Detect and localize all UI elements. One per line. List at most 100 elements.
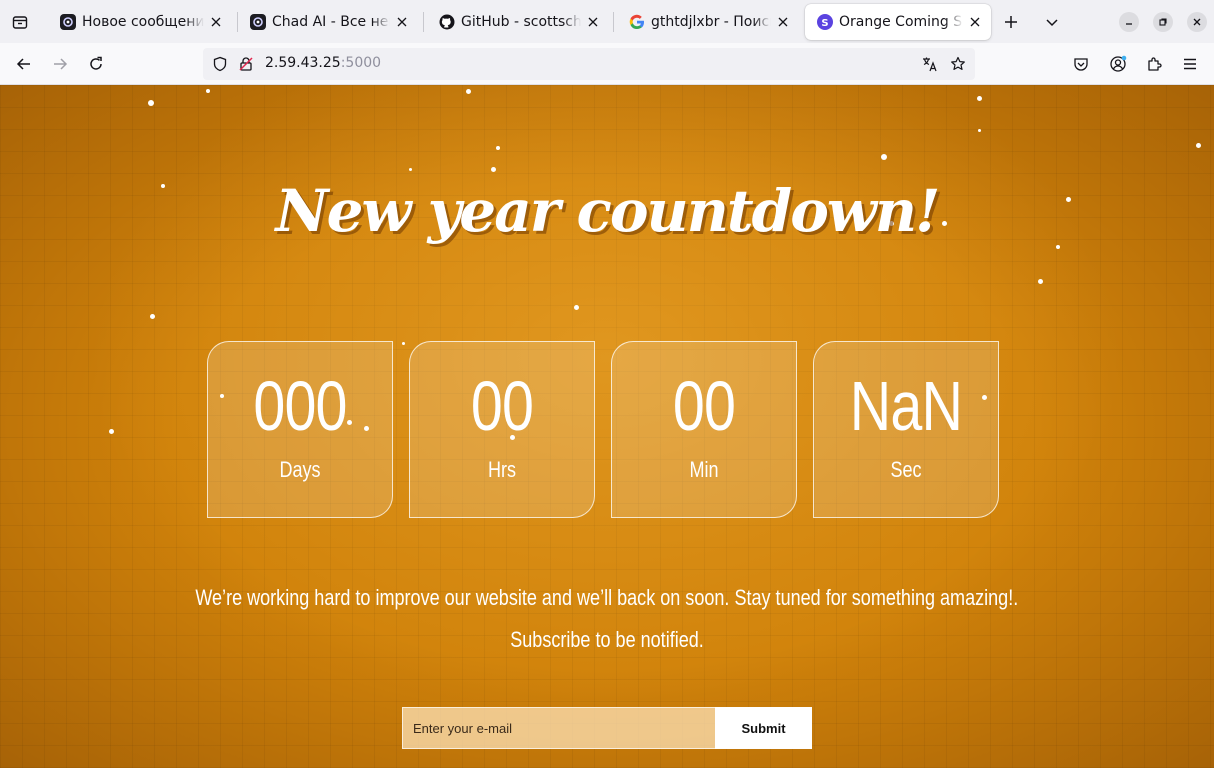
favicon-letter: S — [821, 18, 828, 29]
close-icon[interactable] — [585, 14, 601, 30]
chad-ai-icon — [60, 14, 76, 30]
url-port: :5000 — [340, 55, 382, 71]
reload-icon — [90, 56, 102, 70]
info-message-text: We’re working hard to improve our websit… — [195, 585, 1019, 610]
tab-title: Chad AI - Все нейросети в одном месте — [272, 14, 390, 30]
minimize-button[interactable] — [1119, 12, 1139, 32]
subscribe-form: Submit — [402, 707, 812, 749]
countdown-minutes-value: 00 — [672, 367, 736, 445]
snowflake — [982, 395, 987, 400]
snowflake — [1038, 279, 1043, 284]
url-text[interactable]: 2.59.43.25:5000 — [265, 55, 381, 71]
translate-icon[interactable] — [921, 55, 939, 73]
snowflake — [978, 129, 981, 132]
countdown-seconds: NaN Sec — [813, 341, 999, 518]
tab-title: gthtdjlxbr - Поиск в Google — [651, 14, 771, 30]
close-icon[interactable] — [394, 14, 410, 30]
countdown-seconds-label: Sec — [890, 457, 922, 482]
snowflake — [466, 89, 471, 94]
google-icon — [629, 14, 645, 30]
tab-title: Новое сообщение — [82, 14, 204, 30]
puzzle-icon — [1148, 57, 1162, 71]
navigation-toolbar: 2.59.43.25:5000 — [0, 43, 1214, 85]
close-icon[interactable] — [775, 14, 791, 30]
arrow-left-icon — [16, 58, 30, 70]
snowflake — [977, 96, 982, 101]
countdown-days-label: Days — [279, 457, 321, 482]
submit-button[interactable]: Submit — [715, 707, 812, 749]
snowflake — [881, 154, 887, 160]
tab-title: GitHub - scottschiller — [461, 14, 581, 30]
snowflake — [402, 342, 405, 345]
tab-orange-coming-soon[interactable]: S Orange Coming Soon — [805, 4, 991, 40]
snowflake — [206, 89, 210, 93]
minimize-icon — [1126, 23, 1132, 25]
snowflake — [491, 167, 496, 172]
bookmark-star-icon[interactable] — [949, 55, 967, 73]
url-host: 2.59.43.25 — [265, 55, 341, 71]
menu-button[interactable] — [1175, 49, 1205, 79]
tab-overview-icon — [12, 16, 28, 29]
snowflake — [220, 394, 224, 398]
tab-new-message[interactable]: Новое сообщение — [48, 4, 232, 40]
tab-separator — [423, 12, 424, 32]
subscribe-prompt: Subscribe to be notified. — [0, 627, 1214, 653]
email-field[interactable] — [402, 707, 715, 749]
tab-title: Orange Coming Soon — [839, 14, 963, 30]
insecure-lock-icon[interactable] — [237, 55, 255, 73]
close-icon[interactable] — [967, 14, 983, 30]
snowflake — [574, 305, 579, 310]
tab-overview-button[interactable] — [6, 8, 34, 36]
pocket-icon — [1074, 58, 1088, 71]
tab-chad-ai[interactable]: Chad AI - Все нейросети в одном месте — [238, 4, 418, 40]
forward-button[interactable] — [45, 49, 75, 79]
chad-ai-icon — [250, 14, 266, 30]
pocket-button[interactable] — [1066, 49, 1096, 79]
restore-icon — [1159, 18, 1167, 26]
extensions-button[interactable] — [1139, 49, 1169, 79]
subscribe-prompt-text: Subscribe to be notified. — [510, 627, 704, 652]
new-tab-button[interactable] — [997, 8, 1025, 36]
reload-button[interactable] — [81, 49, 111, 79]
countdown-days: 000 Days — [207, 341, 393, 518]
countdown-hours-label: Hrs — [487, 457, 517, 482]
tab-github[interactable]: GitHub - scottschiller — [427, 4, 609, 40]
snowflake — [496, 146, 500, 150]
plus-icon — [1005, 16, 1017, 28]
snowflake — [148, 100, 154, 106]
countdown-seconds-value: NaN — [849, 367, 963, 445]
account-icon — [1110, 55, 1127, 72]
countdown-hours: 00 Hrs — [409, 341, 595, 518]
countdown-days-value: 000 — [253, 367, 347, 445]
address-bar[interactable]: 2.59.43.25:5000 — [203, 48, 975, 80]
countdown-hours-value: 00 — [470, 367, 534, 445]
snowflake — [364, 426, 369, 431]
hamburger-menu-icon — [1184, 58, 1196, 70]
snowflake — [109, 429, 114, 434]
snowflake — [1196, 143, 1201, 148]
page-title: New year countdown! — [275, 177, 941, 245]
snowflake — [1056, 245, 1060, 249]
snowflake — [150, 314, 155, 319]
close-icon — [1193, 18, 1201, 26]
tab-separator — [613, 12, 614, 32]
info-message: We’re working hard to improve our websit… — [0, 585, 1214, 611]
github-icon — [439, 14, 455, 30]
snowflake — [510, 435, 515, 440]
back-button[interactable] — [9, 49, 39, 79]
account-button[interactable] — [1103, 49, 1133, 79]
list-all-tabs-button[interactable] — [1038, 8, 1066, 36]
close-icon[interactable] — [208, 14, 224, 30]
tab-google-search[interactable]: gthtdjlxbr - Поиск в Google — [617, 4, 799, 40]
page-content: New year countdown! 000 Days 00 Hrs 00 M… — [0, 85, 1214, 768]
countdown-minutes: 00 Min — [611, 341, 797, 518]
close-window-button[interactable] — [1187, 12, 1207, 32]
restore-button[interactable] — [1153, 12, 1173, 32]
tracking-shield-icon[interactable] — [211, 55, 229, 73]
chevron-down-icon — [1046, 19, 1058, 27]
countdown-minutes-label: Min — [689, 457, 719, 482]
snowflake — [409, 168, 412, 171]
arrow-right-icon — [54, 58, 68, 70]
snowflake — [347, 420, 352, 425]
site-s-icon: S — [817, 14, 833, 30]
